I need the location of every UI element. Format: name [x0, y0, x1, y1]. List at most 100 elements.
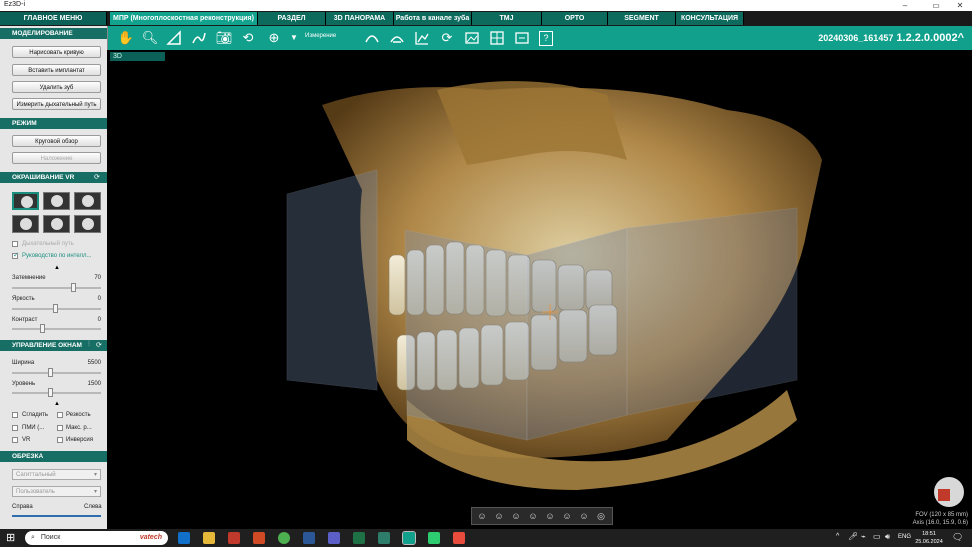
level-slider[interactable] [12, 388, 101, 397]
orientation-head-icon[interactable] [934, 477, 964, 507]
remove-tooth-button[interactable]: Удалить зуб [12, 81, 101, 93]
language-indicator[interactable]: ENG [898, 534, 911, 540]
view-oblique-icon[interactable]: ☺ [578, 510, 590, 522]
contrast-slider-knob[interactable] [40, 324, 45, 333]
curve-icon[interactable] [190, 29, 208, 47]
view-back-icon[interactable]: ☺ [527, 510, 539, 522]
hand-icon[interactable]: ✋ [117, 29, 135, 47]
rotate-icon[interactable]: ⟳ [438, 29, 456, 47]
tab-tmj[interactable]: TMJ [472, 12, 542, 25]
smooth-checkbox[interactable] [12, 412, 18, 418]
chevron-down-icon[interactable]: ▼ [290, 29, 298, 47]
export-icon[interactable] [513, 29, 531, 47]
skull-volume-render[interactable] [107, 50, 972, 529]
brightness-slider-knob[interactable] [53, 304, 58, 313]
insert-implant-button[interactable]: Вставить имплантат [12, 64, 101, 76]
3d-viewport[interactable]: 3D ☺ ☺ ☺ ☺ ☺ ☺ ☺ ◎ FOV (120 x 85 mm) Axi… [107, 50, 972, 529]
vr-preset-2[interactable] [43, 192, 70, 210]
outlook-icon[interactable] [178, 532, 190, 544]
close-icon[interactable]: ✕ [948, 0, 972, 11]
vr-preset-3[interactable] [74, 192, 101, 210]
vr-preset-4[interactable] [12, 215, 39, 233]
vr-checkbox[interactable] [12, 437, 18, 443]
intelligent-guide-checkbox[interactable] [12, 251, 19, 259]
dental-arch-2-icon[interactable] [388, 29, 406, 47]
notification-icon[interactable]: 🗨︎ [952, 532, 963, 543]
measure-airway-button[interactable]: Измерить дыхательный путь [12, 98, 101, 110]
width-slider-knob[interactable] [48, 368, 53, 377]
draw-curve-button[interactable]: Нарисовать кривую [12, 46, 101, 58]
contrast-slider[interactable] [12, 324, 101, 333]
tab-3d-panorama[interactable]: 3D ПАНОРАМА [326, 12, 394, 25]
refresh-icon[interactable]: ⟳ [94, 173, 100, 181]
image-icon[interactable] [463, 29, 481, 47]
app3-icon[interactable] [453, 532, 465, 544]
minimize-icon[interactable]: – [893, 0, 917, 11]
camera-icon[interactable]: 📷︎ [215, 29, 233, 47]
tab-segment[interactable]: SEGMENT [608, 12, 676, 25]
collapse-arrow-icon[interactable]: ▲ [54, 401, 60, 407]
tab-mpr[interactable]: МПР (Многоплоскостная реконструкция) [110, 12, 258, 25]
level-slider-knob[interactable] [48, 388, 53, 397]
orbit-view-button[interactable]: Круговой обзор [12, 135, 101, 147]
microphone-icon[interactable]: 🎤︎ [848, 532, 858, 541]
taskbar-search[interactable]: ⌕ Поиск vatech [25, 531, 168, 545]
reset-view-icon[interactable]: ⟲ [239, 29, 257, 47]
tray-chevron-icon[interactable]: ^ [836, 533, 839, 540]
battery-icon[interactable]: ▭ [873, 532, 881, 541]
tab-ortho[interactable]: ОРТО [542, 12, 608, 25]
add-view-icon[interactable]: ⊕ [265, 29, 283, 47]
ez3d-icon[interactable] [402, 531, 416, 545]
app-icon[interactable] [378, 532, 390, 544]
explorer-icon[interactable] [203, 532, 215, 544]
teams-icon[interactable] [328, 532, 340, 544]
view-front-icon[interactable]: ☺ [476, 510, 488, 522]
overlay-button[interactable]: Наложение [12, 152, 101, 164]
tab-root-canal[interactable]: Работа в канале зуба [394, 12, 472, 25]
crop-mode-dropdown[interactable]: Пользователь [12, 486, 101, 498]
brightness-slider[interactable] [12, 304, 101, 313]
zoom-icon[interactable]: 🔍︎ [141, 29, 159, 47]
opacity-slider-knob[interactable] [71, 283, 76, 292]
chart-icon[interactable] [413, 29, 431, 47]
excel-icon[interactable] [353, 532, 365, 544]
collapse-arrow-icon[interactable]: ▲ [54, 265, 60, 271]
view-reset-icon[interactable]: ◎ [595, 510, 607, 522]
max-checkbox[interactable] [57, 425, 63, 431]
network-icon[interactable]: ⌁ [861, 532, 866, 541]
sharpen-checkbox[interactable] [57, 412, 63, 418]
app2-icon[interactable] [428, 532, 440, 544]
view-right-icon[interactable]: ☺ [510, 510, 522, 522]
view-top-icon[interactable]: ☺ [544, 510, 556, 522]
crop-slider[interactable] [12, 515, 101, 517]
tab-section[interactable]: РАЗДЕЛ [258, 12, 326, 25]
view-left-icon[interactable]: ☺ [493, 510, 505, 522]
vr-preset-1[interactable] [12, 192, 39, 210]
crop-plane-dropdown[interactable]: Сагиттальный [12, 469, 101, 481]
help-icon[interactable]: ? [539, 31, 553, 46]
dental-arch-icon[interactable] [363, 29, 381, 47]
mip-checkbox[interactable] [12, 425, 18, 431]
histogram-icon[interactable]: ⫶ [88, 341, 90, 349]
powerpoint-icon[interactable] [253, 532, 265, 544]
layout-icon[interactable] [488, 29, 506, 47]
pdf-icon[interactable] [228, 532, 240, 544]
vr-preset-6[interactable] [74, 215, 101, 233]
opacity-slider[interactable] [12, 283, 101, 292]
invert-checkbox[interactable] [57, 437, 63, 443]
windows-start-icon[interactable]: ⊞ [6, 531, 15, 544]
clock[interactable]: 18:51 25.06.2024 [914, 530, 944, 546]
word-icon[interactable] [303, 532, 315, 544]
measurement-dropdown[interactable]: Измерение [305, 33, 336, 39]
maximize-icon[interactable]: ▭ [924, 0, 948, 11]
angle-icon[interactable] [165, 29, 183, 47]
tab-consultation[interactable]: КОНСУЛЬТАЦИЯ [676, 12, 744, 25]
chrome-icon[interactable] [278, 532, 290, 544]
refresh-icon[interactable]: ⟳ [96, 341, 102, 349]
vr-preset-5[interactable] [43, 215, 70, 233]
airway-checkbox[interactable] [12, 241, 18, 247]
view-bottom-icon[interactable]: ☺ [561, 510, 573, 522]
main-menu-tab[interactable]: ГЛАВНОЕ МЕНЮ [0, 12, 107, 25]
volume-icon[interactable]: 🔊︎ [885, 532, 890, 542]
width-slider[interactable] [12, 368, 101, 377]
